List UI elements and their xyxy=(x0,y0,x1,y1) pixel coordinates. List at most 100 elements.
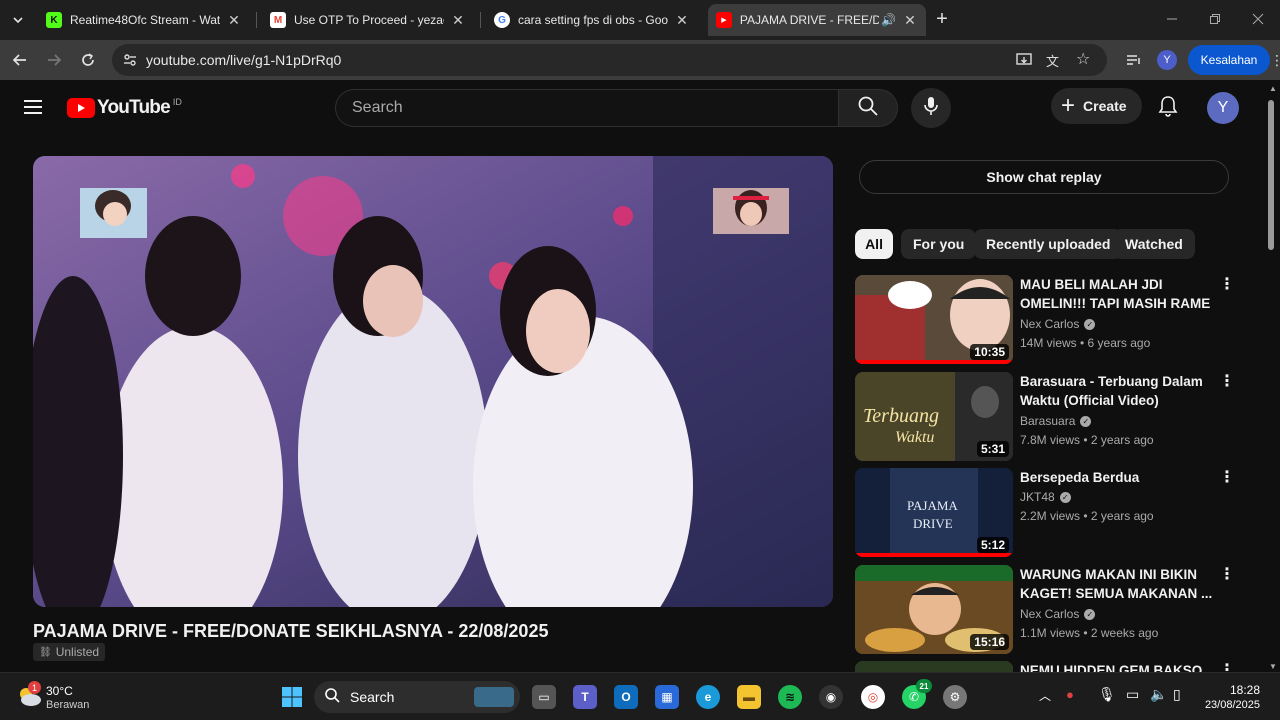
windows-start-icon[interactable] xyxy=(280,685,304,709)
clock-time[interactable]: 18:28 xyxy=(1200,683,1260,697)
whatsapp-icon[interactable]: ✆ 21 xyxy=(902,679,932,709)
scroll-up-arrow-icon[interactable]: ▲ xyxy=(1269,84,1277,93)
microphone-tray-icon[interactable]: 🎙 xyxy=(1098,686,1116,703)
scrollbar-thumb[interactable] xyxy=(1268,100,1274,250)
network-icon[interactable]: ▭ xyxy=(1126,686,1139,703)
video-thumbnail[interactable]: Terbuang Waktu 5:31 xyxy=(855,372,1013,461)
recommendation-title[interactable]: MAU BELI MALAH JDI OMELIN!!! TAPI MASIH … xyxy=(1020,275,1215,313)
channel-row[interactable]: Nex Carlos ✓ xyxy=(1020,317,1096,331)
youtube-favicon-icon: ▶ xyxy=(716,12,732,28)
security-alert-icon[interactable]: ● xyxy=(1066,687,1074,702)
video-thumbnail[interactable]: 10:35 xyxy=(855,275,1013,364)
video-player[interactable] xyxy=(33,156,833,607)
gmail-favicon-icon: M xyxy=(270,12,286,28)
battery-icon[interactable]: ▯ xyxy=(1173,686,1181,703)
chip-watched[interactable]: Watched xyxy=(1113,229,1195,259)
microsoft-store-icon[interactable]: ▦ xyxy=(655,685,679,709)
menu-kebab-icon[interactable]: ⋮ xyxy=(1270,52,1280,69)
search-input[interactable]: Search xyxy=(335,89,839,127)
back-arrow-icon[interactable] xyxy=(8,48,32,72)
tab-separator xyxy=(480,12,481,28)
window-close-icon[interactable] xyxy=(1246,7,1270,31)
task-view-icon[interactable]: ▭ xyxy=(532,685,556,709)
channel-row[interactable]: Nex Carlos ✓ xyxy=(1020,607,1096,621)
new-tab-plus-icon[interactable]: + xyxy=(930,7,954,31)
search-button[interactable] xyxy=(838,89,898,127)
address-bar[interactable]: youtube.com/live/g1-N1pDrRq0 文 ☆ xyxy=(112,44,1107,76)
recommendation-item[interactable]: PAJAMA DRIVE 5:12 Bersepeda Berdua JKT48 … xyxy=(855,468,1235,558)
tab-pajama-drive[interactable]: ▶ PAJAMA DRIVE - FREE/DON 🔊 ✕ xyxy=(708,4,926,36)
bookmark-star-icon[interactable]: ☆ xyxy=(1076,49,1090,69)
obs-icon[interactable]: ◉ xyxy=(819,685,843,709)
edge-icon[interactable]: e xyxy=(696,685,720,709)
weather-widget-icon[interactable]: 1 xyxy=(16,681,42,709)
error-button[interactable]: Kesalahan xyxy=(1188,45,1270,75)
file-explorer-icon[interactable]: ▬ xyxy=(737,685,761,709)
profile-avatar[interactable]: Y xyxy=(1157,50,1177,70)
tab-search-chevron-icon[interactable] xyxy=(6,8,30,32)
create-button[interactable]: + Create xyxy=(1051,88,1142,124)
tab-close-icon[interactable]: ✕ xyxy=(902,12,918,29)
watch-progress-bar xyxy=(855,553,1013,557)
recommendation-item[interactable]: 15:16 WARUNG MAKAN INI BIKIN KAGET! SEMU… xyxy=(855,565,1235,655)
media-controls-icon[interactable] xyxy=(1122,48,1146,72)
chip-all[interactable]: All xyxy=(855,229,893,259)
scroll-down-arrow-icon[interactable]: ▼ xyxy=(1269,662,1277,671)
account-avatar[interactable]: Y xyxy=(1207,92,1239,124)
recommendation-item[interactable]: 10:35 MAU BELI MALAH JDI OMELIN!!! TAPI … xyxy=(855,275,1235,365)
verified-check-icon: ✓ xyxy=(1080,415,1092,427)
chip-for-you[interactable]: For you xyxy=(901,229,977,259)
volume-icon[interactable]: 🔈 xyxy=(1150,686,1167,703)
forward-arrow-icon[interactable] xyxy=(42,48,66,72)
more-actions-icon[interactable]: ⋮ xyxy=(1219,663,1235,673)
show-chat-replay-button[interactable]: Show chat replay xyxy=(859,160,1229,194)
channel-row[interactable]: JKT48 ✓ xyxy=(1020,490,1071,504)
video-thumbnail[interactable]: PAJAMA DRIVE 5:12 xyxy=(855,468,1013,557)
tab-close-icon[interactable]: ✕ xyxy=(450,12,466,29)
channel-name: Barasuara xyxy=(1020,414,1076,428)
recommendation-item[interactable]: Terbuang Waktu 5:31 Barasuara - Terbuang … xyxy=(855,372,1235,462)
channel-row[interactable]: Barasuara ✓ xyxy=(1020,414,1092,428)
page-scrollbar[interactable]: ▲ ▼ xyxy=(1266,84,1277,672)
hamburger-menu-icon[interactable] xyxy=(22,98,44,121)
voice-search-button[interactable] xyxy=(911,88,951,128)
audio-playing-icon[interactable]: 🔊 xyxy=(881,13,896,27)
tab-close-icon[interactable]: ✕ xyxy=(226,12,242,29)
youtube-play-icon xyxy=(67,98,95,118)
more-actions-icon[interactable]: ⋮ xyxy=(1219,567,1235,583)
clock-date[interactable]: 23/08/2025 xyxy=(1192,699,1260,711)
chip-recently-uploaded[interactable]: Recently uploaded xyxy=(974,229,1123,259)
window-minimize-icon[interactable] xyxy=(1160,7,1184,31)
taskbar-search-box[interactable]: Search xyxy=(314,681,520,713)
more-actions-icon[interactable]: ⋮ xyxy=(1219,470,1235,486)
more-actions-icon[interactable]: ⋮ xyxy=(1219,277,1235,293)
tab-close-icon[interactable]: ✕ xyxy=(674,12,690,29)
spotify-icon[interactable]: ≋ xyxy=(778,685,802,709)
tab-google-search[interactable]: G cara setting fps di obs - Google ✕ xyxy=(486,6,698,34)
reload-icon[interactable] xyxy=(76,48,100,72)
tab-otp[interactable]: M Use OTP To Proceed - yezaorlan ✕ xyxy=(262,6,474,34)
recommendation-title[interactable]: Bersepeda Berdua xyxy=(1020,468,1215,487)
notifications-button[interactable] xyxy=(1148,88,1188,128)
recommendation-title[interactable]: NEMU HIDDEN GEM BAKSO xyxy=(1020,661,1215,672)
teams-icon[interactable]: T xyxy=(573,685,597,709)
translate-icon[interactable]: 文 xyxy=(1046,51,1059,70)
tab-separator xyxy=(256,12,257,28)
video-thumbnail[interactable]: 15:16 xyxy=(855,565,1013,654)
recommendation-item[interactable]: NEMU HIDDEN GEM BAKSO ⋮ xyxy=(855,661,1235,672)
tab-title: cara setting fps di obs - Google xyxy=(518,13,668,27)
weather-temp: 30°C xyxy=(46,684,73,698)
settings-gear-icon[interactable]: ⚙ xyxy=(943,685,967,709)
install-app-icon[interactable] xyxy=(1015,51,1033,74)
chrome-icon[interactable]: ◎ xyxy=(861,685,885,709)
youtube-logo[interactable]: YouTube ID xyxy=(67,97,182,119)
recommendation-title[interactable]: WARUNG MAKAN INI BIKIN KAGET! SEMUA MAKA… xyxy=(1020,565,1215,603)
more-actions-icon[interactable]: ⋮ xyxy=(1219,374,1235,390)
tab-reatime48[interactable]: K Reatime48Ofc Stream - Watch I ✕ xyxy=(38,6,250,34)
video-thumbnail[interactable] xyxy=(855,661,1013,672)
window-restore-icon[interactable] xyxy=(1203,7,1227,31)
outlook-icon[interactable]: O xyxy=(614,685,638,709)
show-hidden-icons-chevron-icon[interactable]: ︿ xyxy=(1039,687,1051,704)
recommendation-title[interactable]: Barasuara - Terbuang Dalam Waktu (Offici… xyxy=(1020,372,1215,410)
site-info-icon[interactable] xyxy=(122,52,138,73)
